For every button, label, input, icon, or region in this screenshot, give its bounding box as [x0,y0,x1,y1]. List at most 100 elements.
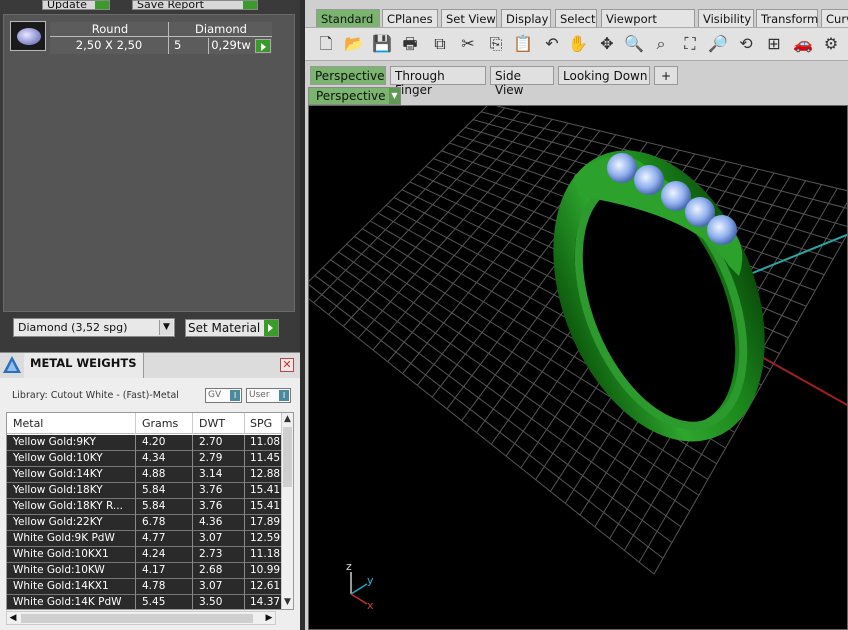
metal-name-cell: White Gold:14K PdW [13,596,122,608]
scroll-thumb[interactable] [21,614,253,623]
column-header-metal[interactable]: Metal [13,417,43,430]
metal-name-cell: Yellow Gold:18KY R... [13,500,123,512]
library-label: Library: Cutout White - (Fast)-Metal [12,390,179,401]
zoom-window-icon[interactable]: ⌕ [650,33,672,55]
grams-cell: 4.17 [142,564,166,576]
metal-name-cell: White Gold:9K PdW [13,532,115,544]
print-icon[interactable]: 🖶 [399,33,421,55]
zoom-icon[interactable]: 🔍 [623,33,645,55]
tab-cplanes[interactable]: CPlanes [382,9,438,27]
user-toggle-label: User [249,390,270,400]
table-row[interactable]: White Gold:10KX1 4.24 2.73 11.18 [7,547,283,563]
divider [168,22,169,54]
table-row[interactable]: Yellow Gold:14KY 4.88 3.14 12.88 [7,467,283,483]
save-report-button[interactable]: Save Report [132,0,258,10]
new-file-icon[interactable]: 🗋 [315,33,337,55]
tab-display[interactable]: Display [501,9,551,27]
table-row[interactable]: Yellow Gold:9KY 4.20 2.70 11.08 [7,435,283,451]
table-row[interactable]: Yellow Gold:22KY 6.78 4.36 17.89 [7,515,283,531]
vertical-scrollbar[interactable]: ▲ ▼ [281,413,293,609]
divider [244,515,245,531]
scroll-down-icon[interactable]: ▼ [282,596,293,608]
3d-viewport[interactable]: z y x [308,105,848,630]
tab-standard[interactable]: Standard [316,9,380,27]
tab-viewport-layout[interactable]: Viewport Layout [601,9,695,40]
table-row[interactable]: Yellow Gold:18KY R... 5.84 3.76 15.41 [7,499,283,515]
divider [192,435,193,451]
scroll-right-icon[interactable]: ▶ [263,612,275,624]
scroll-thumb[interactable] [283,427,292,487]
gem-apply-button[interactable] [255,39,271,53]
divider [192,451,193,467]
column-header-grams[interactable]: Grams [142,417,178,430]
tab-side-view[interactable]: Side View [490,66,554,97]
table-row[interactable]: White Gold:14K PdW 5.45 3.50 14.37 [7,595,283,609]
go-icon [264,320,278,336]
tab-perspective[interactable]: Perspective [310,66,386,85]
car-render-icon[interactable]: 🚗 [792,33,814,55]
table-row[interactable]: Yellow Gold:10KY 4.34 2.79 11.45 [7,451,283,467]
standard-toolbar: 🗋 📂 💾 🖶 ⧉ ✂ ⎘ 📋 ↶ ✋ ✥ 🔍 ⌕ ⛶ 🔎 ⟲ ⊞ 🚗 ⚙ [305,27,848,61]
chevron-down-icon[interactable]: ▼ [389,88,400,104]
divider [192,547,193,563]
material-select-value: Diamond (3,52 spg) [18,321,128,334]
tab-looking-down[interactable]: Looking Down [558,66,650,85]
spg-cell: 12.59 [250,532,281,544]
scroll-left-icon[interactable]: ◀ [7,612,19,624]
divider [135,435,136,451]
tab-through-finger[interactable]: Through Finger [390,66,486,97]
table-row[interactable]: Yellow Gold:18KY 5.84 3.76 15.41 [7,483,283,499]
tab-curve[interactable]: Curve [821,9,848,27]
table-row[interactable]: White Gold:10KW 4.17 2.68 10.99 [7,563,283,579]
tab-transform[interactable]: Transform [756,9,818,27]
metal-name-cell: White Gold:14KX1 [13,580,109,592]
tab-select[interactable]: Select [555,9,597,27]
viewport-tabs: Perspective Through Finger Side View Loo… [310,66,848,97]
save-report-label: Save Report [137,0,204,10]
spg-cell: 11.45 [250,452,281,464]
undo-icon[interactable]: ↶ [541,33,563,55]
pan-hand-icon[interactable]: ✋ [567,33,589,55]
dwt-cell: 2.73 [199,548,223,560]
diamond-icon [17,28,41,45]
column-header-dwt[interactable]: DWT [199,417,225,430]
paste-icon[interactable]: 📋 [512,33,534,55]
properties-icon[interactable]: ⚙ [820,33,842,55]
scroll-up-icon[interactable]: ▲ [282,413,293,425]
gv-toggle[interactable]: GV I [205,388,242,403]
divider [135,467,136,483]
tab-visibility[interactable]: Visibility [698,9,754,27]
dwt-cell: 3.76 [199,484,223,496]
set-material-button[interactable]: Set Material [185,319,279,337]
divider [244,483,245,499]
save-icon[interactable]: 💾 [371,33,393,55]
metal-name-cell: White Gold:10KW [13,564,105,576]
zoom-selected-icon[interactable]: 🔎 [707,33,729,55]
metal-name-cell: Yellow Gold:10KY [13,452,103,464]
chevron-down-icon[interactable]: ▼ [159,320,173,335]
dwt-cell: 3.76 [199,500,223,512]
close-icon[interactable]: ✕ [280,358,294,372]
metal-name-cell: Yellow Gold:9KY [13,436,96,448]
material-select[interactable]: Diamond (3,52 spg) ▼ [13,318,175,337]
tab-set-view[interactable]: Set View [441,9,497,27]
viewport-layout-icon[interactable]: ⊞ [763,33,785,55]
copy-icon[interactable]: ⎘ [485,33,507,55]
table-row[interactable]: White Gold:14KX1 4.78 3.07 12.61 [7,579,283,595]
update-button[interactable]: Update [42,0,110,10]
zoom-extents-icon[interactable]: ⛶ [679,33,701,55]
add-tab-button[interactable]: + [654,66,678,85]
undo-view-icon[interactable]: ⟲ [735,33,757,55]
cut-icon[interactable]: ✂ [457,33,479,55]
open-folder-icon[interactable]: 📂 [343,33,365,55]
rotate-view-icon[interactable]: ✥ [596,33,618,55]
table-row[interactable]: White Gold:9K PdW 4.77 3.07 12.59 [7,531,283,547]
column-header-spg[interactable]: SPG [250,417,272,430]
gem-count[interactable]: 5 [174,38,202,53]
user-toggle[interactable]: User I [246,388,291,403]
import-icon[interactable]: ⧉ [429,33,451,55]
horizontal-scrollbar[interactable]: ◀ ▶ [6,611,276,625]
metal-weights-tab[interactable]: METAL WEIGHTS [24,353,144,378]
diamond-thumbnail[interactable] [10,21,46,51]
viewport-title[interactable]: Perspective ▼ [308,87,401,105]
